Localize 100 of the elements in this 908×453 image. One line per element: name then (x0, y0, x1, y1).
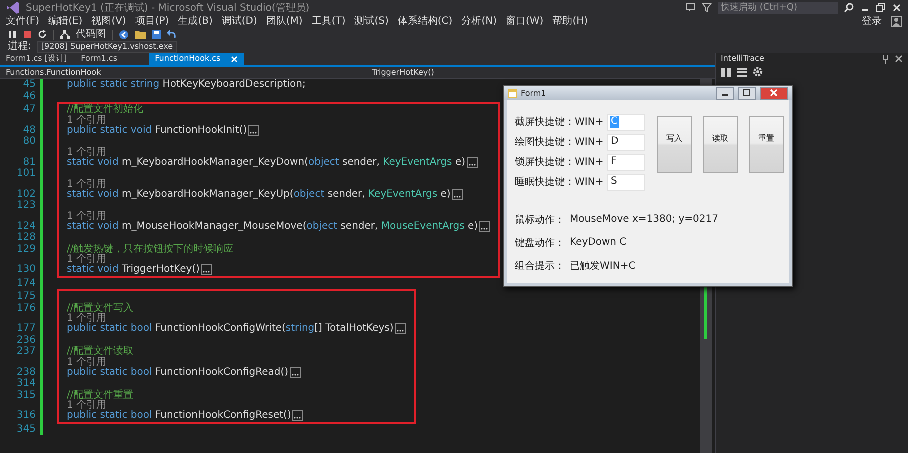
panel-title: IntelliTrace (721, 53, 764, 65)
line-number: 46 (22, 90, 37, 102)
menu-item[interactable]: 团队(M) (266, 15, 303, 28)
hotkey-field[interactable]: D (607, 134, 645, 150)
line-number: 80 (22, 136, 37, 148)
menu-item[interactable]: 窗口(W) (506, 15, 544, 28)
line-number: 129 (16, 244, 37, 255)
menu-item[interactable]: 工具(T) (312, 15, 346, 28)
stop-icon[interactable] (23, 30, 32, 39)
menu-item[interactable]: 项目(P) (135, 15, 170, 28)
document-tab[interactable]: Form1.cs (75, 53, 148, 65)
menu-item[interactable]: 视图(V) (92, 15, 126, 28)
code-map-icon (60, 30, 70, 39)
hotkey-label: 锁屏快捷键：WIN+ (515, 156, 605, 169)
pause-icon[interactable] (8, 30, 17, 39)
line-number: 45 (22, 79, 37, 90)
code-line: //配置文件写入 (67, 302, 134, 314)
reference-count[interactable]: 1 个引用 (67, 148, 107, 156)
sign-in-link[interactable]: 登录 (862, 15, 882, 28)
code-line: static void m_KeyboardHookManager_KeyUp(object sender, KeyEventArgs e) (67, 188, 451, 200)
collapsed-code-icon[interactable] (479, 220, 490, 232)
quick-launch-field[interactable]: 快速启动 (Ctrl+Q) (718, 2, 838, 14)
close-button[interactable] (760, 86, 788, 100)
line-number: 238 (16, 366, 37, 378)
filter-icon[interactable] (702, 2, 712, 12)
status-value: KeyDown C (570, 237, 627, 248)
reference-count[interactable]: 1 个引用 (67, 212, 107, 220)
hotkey-field[interactable]: S (607, 174, 645, 190)
minimize-button[interactable] (716, 86, 734, 100)
line-number: 236 (16, 334, 37, 346)
back-icon[interactable] (119, 30, 129, 40)
class-dropdown[interactable]: Functions.FunctionHook (0, 67, 362, 78)
line-number: 101 (16, 168, 37, 180)
status-label: 组合提示： (515, 260, 566, 272)
menu-item[interactable]: 分析(N) (462, 15, 497, 28)
menu-item[interactable]: 文件(F) (6, 15, 40, 28)
reference-count[interactable]: 1 个引用 (67, 116, 107, 124)
code-line: //触发热键，只在按钮按下的时候响应 (67, 244, 234, 254)
menu-item[interactable]: 生成(B) (178, 15, 213, 28)
reference-count[interactable]: 1 个引用 (67, 255, 107, 264)
settings-icon[interactable] (753, 67, 763, 77)
code-line: public static bool FunctionHookConfigReset() (67, 410, 292, 422)
status-label: 键盘动作： (515, 236, 566, 250)
form-button[interactable]: 重置 (749, 116, 784, 173)
line-number: 177 (16, 323, 37, 334)
reference-count[interactable]: 1 个引用 (67, 401, 107, 410)
menu-item[interactable]: 编辑(E) (48, 15, 83, 28)
member-dropdown[interactable]: TriggerHotKey() (362, 67, 434, 78)
collapsed-code-icon[interactable] (452, 188, 463, 200)
folder-icon[interactable] (135, 30, 146, 39)
restore-icon[interactable] (876, 2, 886, 12)
menu-item[interactable]: 调试(D) (222, 15, 258, 28)
account-icon[interactable] (891, 16, 902, 27)
form-button[interactable]: 读取 (703, 116, 738, 173)
code-map-button[interactable]: 代码图 (76, 28, 106, 40)
line-number: 123 (16, 200, 37, 212)
hotkey-label: 截屏快捷键：WIN+ (515, 116, 605, 129)
code-line: static void m_MouseHookManager_MouseMove(object sender, MouseEventArgs e) (67, 220, 478, 232)
collapsed-code-icon[interactable] (248, 124, 260, 136)
collapsed-code-icon[interactable] (466, 156, 478, 168)
reference-count[interactable]: 1 个引用 (67, 358, 107, 366)
process-dropdown[interactable]: [9208] SuperHotKey1.vshost.exe (37, 41, 178, 53)
line-number: 316 (16, 410, 37, 422)
close-icon[interactable] (895, 55, 903, 63)
collapsed-code-icon[interactable] (290, 366, 301, 378)
maximize-icon (743, 89, 751, 97)
pin-icon[interactable] (882, 54, 890, 64)
line-number: 175 (16, 291, 37, 302)
hotkey-label: 睡眠快捷键：WIN+ (515, 176, 605, 189)
code-line: public static string HotKeyKeyboardDescription; (67, 79, 306, 90)
feedback-icon[interactable] (686, 2, 696, 12)
code-line: //配置文件初始化 (67, 104, 144, 115)
line-number: 174 (16, 278, 37, 289)
hotkey-field[interactable]: F (607, 154, 645, 170)
reference-count[interactable]: 1 个引用 (67, 314, 107, 323)
list-icon[interactable] (737, 68, 747, 76)
line-number: 314 (16, 378, 37, 390)
maximize-button[interactable] (738, 86, 756, 100)
collapsed-code-icon[interactable] (200, 264, 212, 276)
search-icon[interactable] (844, 2, 854, 12)
restart-icon[interactable] (38, 30, 47, 39)
columns-icon[interactable] (721, 68, 731, 76)
undo-icon[interactable] (167, 30, 177, 39)
collapsed-code-icon[interactable] (292, 410, 304, 422)
code-line: public static void FunctionHookInit() (67, 124, 248, 136)
process-label: 进程: (8, 41, 32, 53)
status-label: 鼠标动作： (515, 214, 566, 226)
reference-count[interactable]: 1 个引用 (67, 180, 107, 188)
document-tab[interactable]: Form1.cs [设计] (0, 53, 74, 65)
collapsed-code-icon[interactable] (394, 323, 406, 334)
line-number: 81 (22, 156, 37, 168)
line-number: 47 (22, 104, 37, 116)
status-value: 已触发WIN+C (570, 260, 636, 272)
form-button[interactable]: 写入 (657, 116, 692, 173)
menu-item[interactable]: 测试(S) (354, 15, 389, 28)
menu-item[interactable]: 帮助(H) (552, 15, 588, 28)
line-number: 315 (16, 390, 37, 401)
menu-item[interactable]: 体系结构(C) (398, 15, 453, 28)
document-tab[interactable]: FunctionHook.cs (149, 53, 244, 65)
save-icon[interactable] (152, 30, 161, 39)
